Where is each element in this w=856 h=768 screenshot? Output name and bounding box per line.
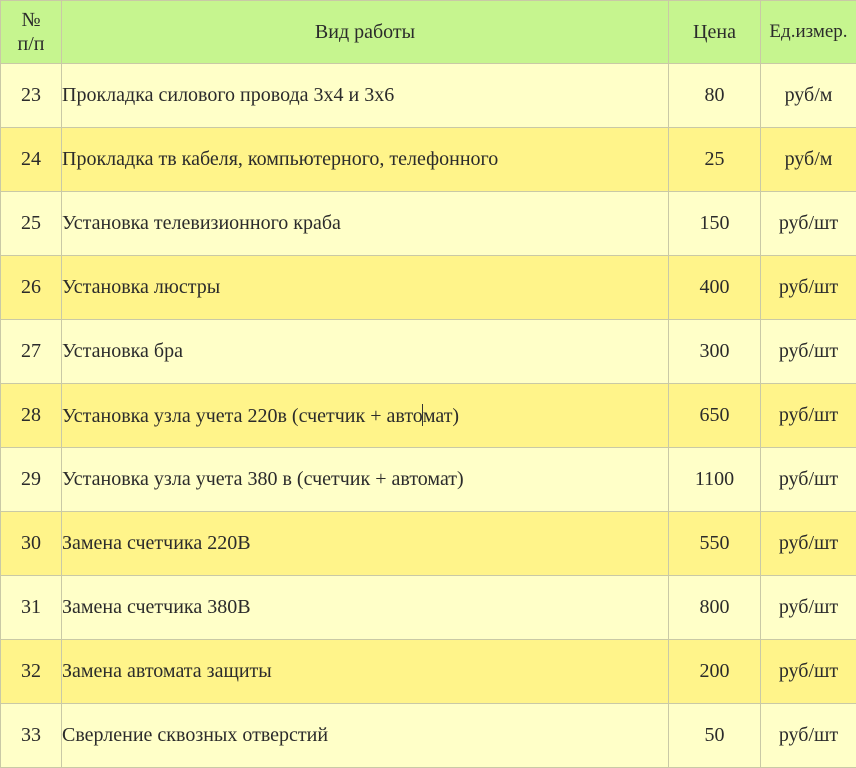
row-unit: руб/шт [760,703,856,768]
row-work-name: Установка бра [61,319,669,384]
row-number: 27 [0,319,62,384]
row-work-name: Сверление сквозных отверстий [61,703,669,768]
table-row: 24 Прокладка тв кабеля, компьютерного, т… [0,127,856,192]
row-price: 800 [668,575,761,640]
row-work-name: Установка телевизионного краба [61,191,669,256]
table-row: 31 Замена счетчика 380В 800 руб/шт [0,575,856,640]
table-row: 29 Установка узла учета 380 в (счетчик +… [0,447,856,512]
row-unit: руб/шт [760,639,856,704]
row-unit: руб/шт [760,255,856,320]
row-unit: руб/м [760,127,856,192]
row-unit: руб/шт [760,383,856,448]
header-number-line1: № [21,9,41,31]
row-number: 24 [0,127,62,192]
price-table: № п/п Вид работы Цена Ед.измер. 23 Прокл… [0,0,856,768]
table-row: 33 Сверление сквозных отверстий 50 руб/ш… [0,703,856,768]
row-unit: руб/м [760,63,856,128]
row-unit: руб/шт [760,575,856,640]
row-price: 400 [668,255,761,320]
row-number: 31 [0,575,62,640]
row-price: 150 [668,191,761,256]
table-row: 32 Замена автомата защиты 200 руб/шт [0,639,856,704]
row-unit: руб/шт [760,191,856,256]
header-number-line2: п/п [17,33,45,55]
table-row: 30 Замена счетчика 220В 550 руб/шт [0,511,856,576]
row-price: 50 [668,703,761,768]
row-price: 25 [668,127,761,192]
header-price: Цена [668,0,761,64]
table-header-row: № п/п Вид работы Цена Ед.измер. [0,0,856,64]
row-number: 26 [0,255,62,320]
row-work-name: Установка узла учета 380 в (счетчик + ав… [61,447,669,512]
header-work-type: Вид работы [61,0,669,64]
row-price: 200 [668,639,761,704]
row-number: 25 [0,191,62,256]
row-work-name: Замена автомата защиты [61,639,669,704]
row-unit: руб/шт [760,447,856,512]
table-row: 28 Установка узла учета 220в (счетчик + … [0,383,856,448]
row-number: 23 [0,63,62,128]
header-number: № п/п [0,0,62,64]
row-price: 300 [668,319,761,384]
row-work-name: Замена счетчика 220В [61,511,669,576]
table-row: 25 Установка телевизионного краба 150 ру… [0,191,856,256]
row-work-name-part2: мат) [422,404,460,427]
table-row: 23 Прокладка силового провода 3х4 и 3х6 … [0,63,856,128]
row-price: 1100 [668,447,761,512]
row-unit: руб/шт [760,319,856,384]
row-price: 550 [668,511,761,576]
row-work-name: Прокладка тв кабеля, компьютерного, теле… [61,127,669,192]
row-number: 33 [0,703,62,768]
table-row: 27 Установка бра 300 руб/шт [0,319,856,384]
row-price: 650 [668,383,761,448]
row-number: 30 [0,511,62,576]
row-unit: руб/шт [760,511,856,576]
header-unit: Ед.измер. [760,0,856,64]
row-work-name: Замена счетчика 380В [61,575,669,640]
row-work-name[interactable]: Установка узла учета 220в (счетчик + авт… [61,383,669,448]
row-number: 29 [0,447,62,512]
row-work-name: Прокладка силового провода 3х4 и 3х6 [61,63,669,128]
row-price: 80 [668,63,761,128]
row-number: 32 [0,639,62,704]
row-number: 28 [0,383,62,448]
table-row: 26 Установка люстры 400 руб/шт [0,255,856,320]
row-work-name: Установка люстры [61,255,669,320]
row-work-name-part1: Установка узла учета 220в (счетчик + авт… [62,404,423,427]
